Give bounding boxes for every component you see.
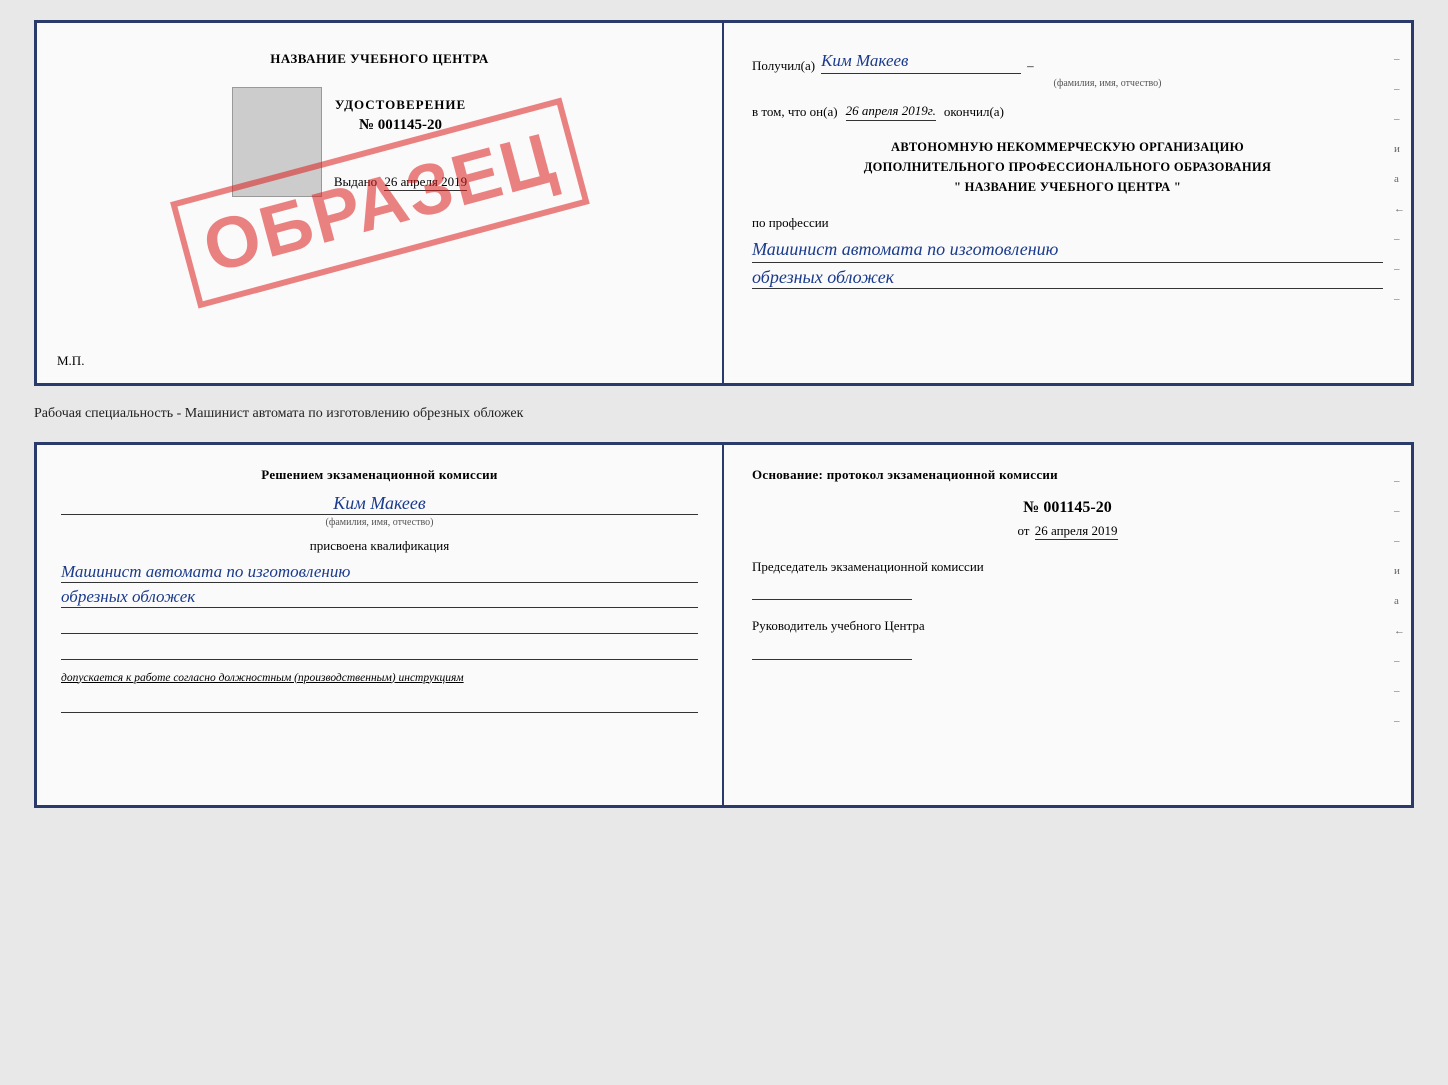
head-block: Руководитель учебного Центра — [752, 616, 1383, 660]
date-line: в том, что он(а) 26 апреля 2019г. окончи… — [752, 103, 1383, 121]
blank-line-3 — [61, 695, 698, 713]
top-left-panel: НАЗВАНИЕ УЧЕБНОГО ЦЕНТРА УДОСТОВЕРЕНИЕ №… — [37, 23, 724, 383]
protocol-date: от 26 апреля 2019 — [752, 523, 1383, 539]
cert-number: № 001145-20 — [335, 117, 466, 134]
head-label: Руководитель учебного Центра — [752, 616, 1383, 636]
chairman-block: Председатель экзаменационной комиссии — [752, 557, 1383, 601]
bottom-right-edge-marks: – – – и а ← – – – — [1394, 475, 1405, 727]
cert-info: УДОСТОВЕРЕНИЕ № 001145-20 — [335, 97, 466, 134]
mp-label: М.П. — [57, 353, 84, 369]
profession-prefix: по профессии — [752, 215, 1383, 231]
blank-line-2 — [61, 642, 698, 660]
date-value: 26 апреля 2019г. — [846, 103, 936, 121]
photo-placeholder — [232, 87, 322, 197]
photo-cert-row: УДОСТОВЕРЕНИЕ № 001145-20 Выдано 26 апре… — [292, 87, 467, 197]
date-prefix: в том, что он(а) — [752, 104, 838, 120]
org-line1: АВТОНОМНУЮ НЕКОММЕРЧЕСКУЮ ОРГАНИЗАЦИЮ — [752, 137, 1383, 157]
cert-text-column: УДОСТОВЕРЕНИЕ № 001145-20 Выдано 26 апре… — [334, 87, 467, 190]
chairman-sign-line — [752, 582, 912, 600]
protocol-date-prefix: от — [1017, 523, 1029, 538]
bottom-fio-hint: (фамилия, имя, отчество) — [61, 517, 698, 528]
profession-line2: обрезных обложек — [752, 267, 1383, 289]
org-name: " НАЗВАНИЕ УЧЕБНОГО ЦЕНТРА " — [752, 177, 1383, 197]
blank-line-1 — [61, 616, 698, 634]
protocol-date-value: 26 апреля 2019 — [1035, 523, 1118, 540]
bottom-person-name: Ким Макеев — [61, 493, 698, 515]
recipient-line: Получил(а) Ким Макеев – — [752, 51, 1383, 74]
qualification-label: присвоена квалификация — [61, 538, 698, 554]
org-line2: ДОПОЛНИТЕЛЬНОГО ПРОФЕССИОНАЛЬНОГО ОБРАЗО… — [752, 157, 1383, 177]
date-suffix: окончил(а) — [944, 104, 1004, 120]
qual-line1: Машинист автомата по изготовлению — [61, 562, 698, 583]
fio-hint-top: (фамилия, имя, отчество) — [832, 78, 1383, 89]
top-document: НАЗВАНИЕ УЧЕБНОГО ЦЕНТРА УДОСТОВЕРЕНИЕ №… — [34, 20, 1414, 386]
commission-label: Решением экзаменационной комиссии — [61, 465, 698, 485]
separator-label: Рабочая специальность - Машинист автомат… — [34, 402, 1414, 426]
issued-prefix: Выдано — [334, 174, 377, 189]
profession-line1: Машинист автомата по изготовлению — [752, 237, 1383, 263]
cert-label: УДОСТОВЕРЕНИЕ — [335, 97, 466, 113]
admission-text: допускается к работе согласно должностны… — [61, 670, 698, 687]
recipient-prefix: Получил(а) — [752, 58, 815, 74]
protocol-number: № 001145-20 — [752, 499, 1383, 517]
admission-detail: допускается к работе согласно должностны… — [61, 672, 464, 684]
bottom-document: Решением экзаменационной комиссии Ким Ма… — [34, 442, 1414, 808]
org-block: АВТОНОМНУЮ НЕКОММЕРЧЕСКУЮ ОРГАНИЗАЦИЮ ДО… — [752, 137, 1383, 197]
head-sign-line — [752, 642, 912, 660]
right-edge-marks: – – – и а ← – – – — [1394, 53, 1405, 305]
recipient-name: Ким Макеев — [821, 51, 1021, 74]
top-right-panel: Получил(а) Ким Макеев – (фамилия, имя, о… — [724, 23, 1411, 383]
chairman-label: Председатель экзаменационной комиссии — [752, 557, 1383, 577]
bottom-left-panel: Решением экзаменационной комиссии Ким Ма… — [37, 445, 724, 805]
bottom-right-panel: Основание: протокол экзаменационной коми… — [724, 445, 1411, 805]
top-left-training-center: НАЗВАНИЕ УЧЕБНОГО ЦЕНТРА — [270, 51, 489, 67]
qual-line2: обрезных обложек — [61, 587, 698, 608]
basis-label: Основание: протокол экзаменационной коми… — [752, 465, 1383, 485]
issued-date: Выдано 26 апреля 2019 — [334, 174, 467, 190]
dash: – — [1027, 58, 1034, 74]
issued-date-value: 26 апреля 2019 — [384, 174, 467, 191]
